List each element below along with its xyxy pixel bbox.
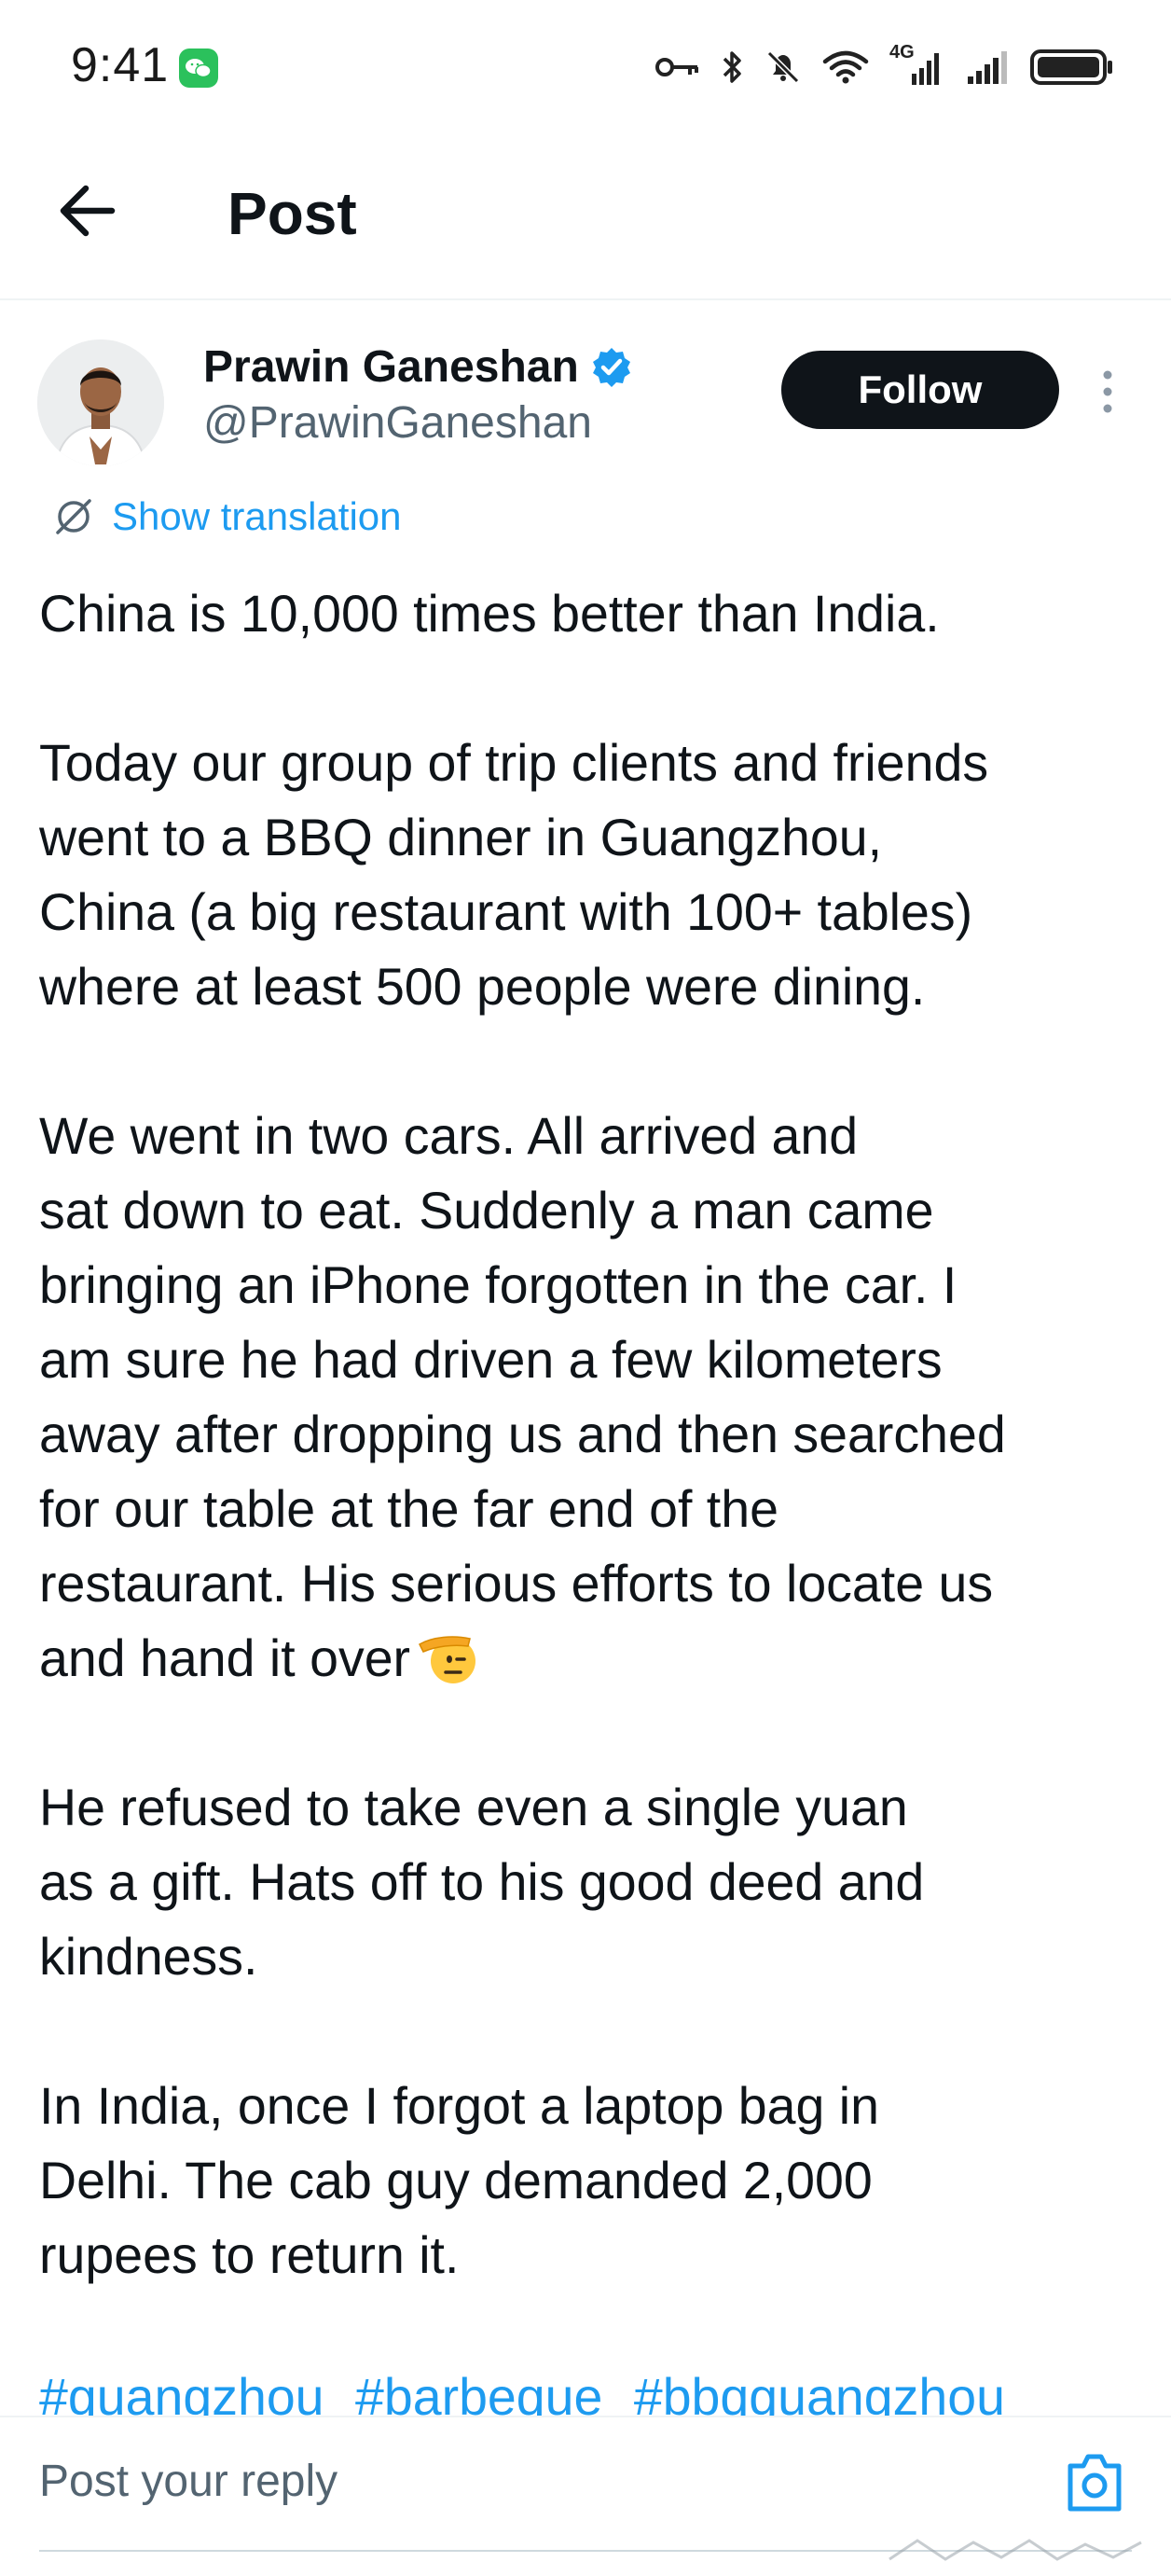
author-name-row: Prawin Ganeshan: [203, 338, 633, 397]
post-text-line: Today our group of trip clients and frie…: [39, 734, 989, 792]
verified-badge-icon: [592, 348, 630, 387]
post-text-line: bringing an iPhone forgotten in the car.…: [39, 1256, 957, 1314]
hashtags-row: #guangzhou #barbeque #bbqguangzhou: [39, 2360, 1022, 2416]
post-text-line: kindness.: [39, 1928, 258, 1986]
saluting-face-emoji-icon: [419, 1636, 476, 1683]
post-text-line: went to a BBQ dinner in Guangzhou,: [39, 809, 882, 866]
post-text-line: for our table at the far end of the: [39, 1480, 778, 1538]
watermark-icon: [889, 2539, 1142, 2561]
post-text-line: Delhi. The cab guy demanded 2,000: [39, 2152, 873, 2209]
back-arrow-icon[interactable]: [54, 177, 121, 244]
post-text-line: He refused to take even a single yuan: [39, 1779, 908, 1836]
status-icons: 4G: [654, 41, 1115, 93]
more-vertical-icon[interactable]: [1089, 364, 1126, 420]
post-text-line: We went in two cars. All arrived and: [39, 1107, 859, 1165]
post-text-line: restaurant. His serious efforts to locat…: [39, 1555, 994, 1613]
cellular-signal-icon: [968, 51, 1007, 84]
post-text-fragment: and hand it over: [39, 1629, 411, 1687]
cellular-4g-icon: 4G: [889, 42, 944, 89]
hashtag-link[interactable]: #bbqguangzhou: [634, 2368, 1005, 2416]
top-app-bar: Post: [0, 135, 1171, 300]
post-body: China is 10,000 times better than India.…: [39, 576, 1139, 2367]
camera-icon[interactable]: [1061, 2445, 1128, 2516]
hashtag-link[interactable]: #guangzhou: [39, 2368, 324, 2416]
post-text-line: away after dropping us and then searched: [39, 1406, 1006, 1463]
post-text-line: and hand it over: [39, 1621, 1139, 1696]
translate-icon: [56, 499, 91, 534]
post-paragraph: China is 10,000 times better than India.: [39, 576, 1139, 651]
post-text-line: am sure he had driven a few kilometers: [39, 1331, 943, 1389]
post-paragraph: He refused to take even a single yuan as…: [39, 1770, 1139, 1994]
show-translation-label: Show translation: [112, 494, 402, 538]
post-paragraph: In India, once I forgot a laptop bag in …: [39, 2069, 1139, 2292]
post-text-line: where at least 500 people were dining.: [39, 958, 926, 1016]
wifi-icon: [822, 50, 869, 84]
post-text-line: sat down to eat. Suddenly a man came: [39, 1182, 934, 1240]
show-translation-link[interactable]: Show translation: [52, 487, 402, 547]
reply-bar: [0, 2416, 1171, 2576]
follow-button[interactable]: Follow: [781, 351, 1059, 429]
post-text-line: as a gift. Hats off to his good deed and: [39, 1853, 925, 1911]
key-icon: [655, 58, 698, 76]
status-time: 9:41: [71, 38, 170, 92]
mute-bell-icon: [766, 50, 800, 84]
status-bar: 9:41 4G: [0, 0, 1171, 135]
post-text-line: rupees to return it.: [39, 2226, 460, 2284]
post-text-line: China is 10,000 times better than India.: [39, 585, 940, 643]
battery-icon: [1030, 49, 1112, 85]
author-avatar[interactable]: [37, 339, 164, 466]
hashtag-link[interactable]: #barbeque: [355, 2368, 602, 2416]
post-text-line: In India, once I forgot a laptop bag in: [39, 2077, 879, 2135]
page-title: Post: [227, 180, 357, 247]
post-paragraph: We went in two cars. All arrived and sat…: [39, 1099, 1139, 1696]
bluetooth-icon: [723, 51, 741, 83]
reply-input[interactable]: [39, 2449, 971, 2514]
post-paragraph: Today our group of trip clients and frie…: [39, 726, 1139, 1024]
post-text-line: China (a big restaurant with 100+ tables…: [39, 883, 973, 941]
author-name[interactable]: Prawin Ganeshan: [203, 339, 579, 395]
author-handle[interactable]: @PrawinGaneshan: [203, 395, 592, 451]
wechat-notification-icon: [179, 48, 218, 88]
